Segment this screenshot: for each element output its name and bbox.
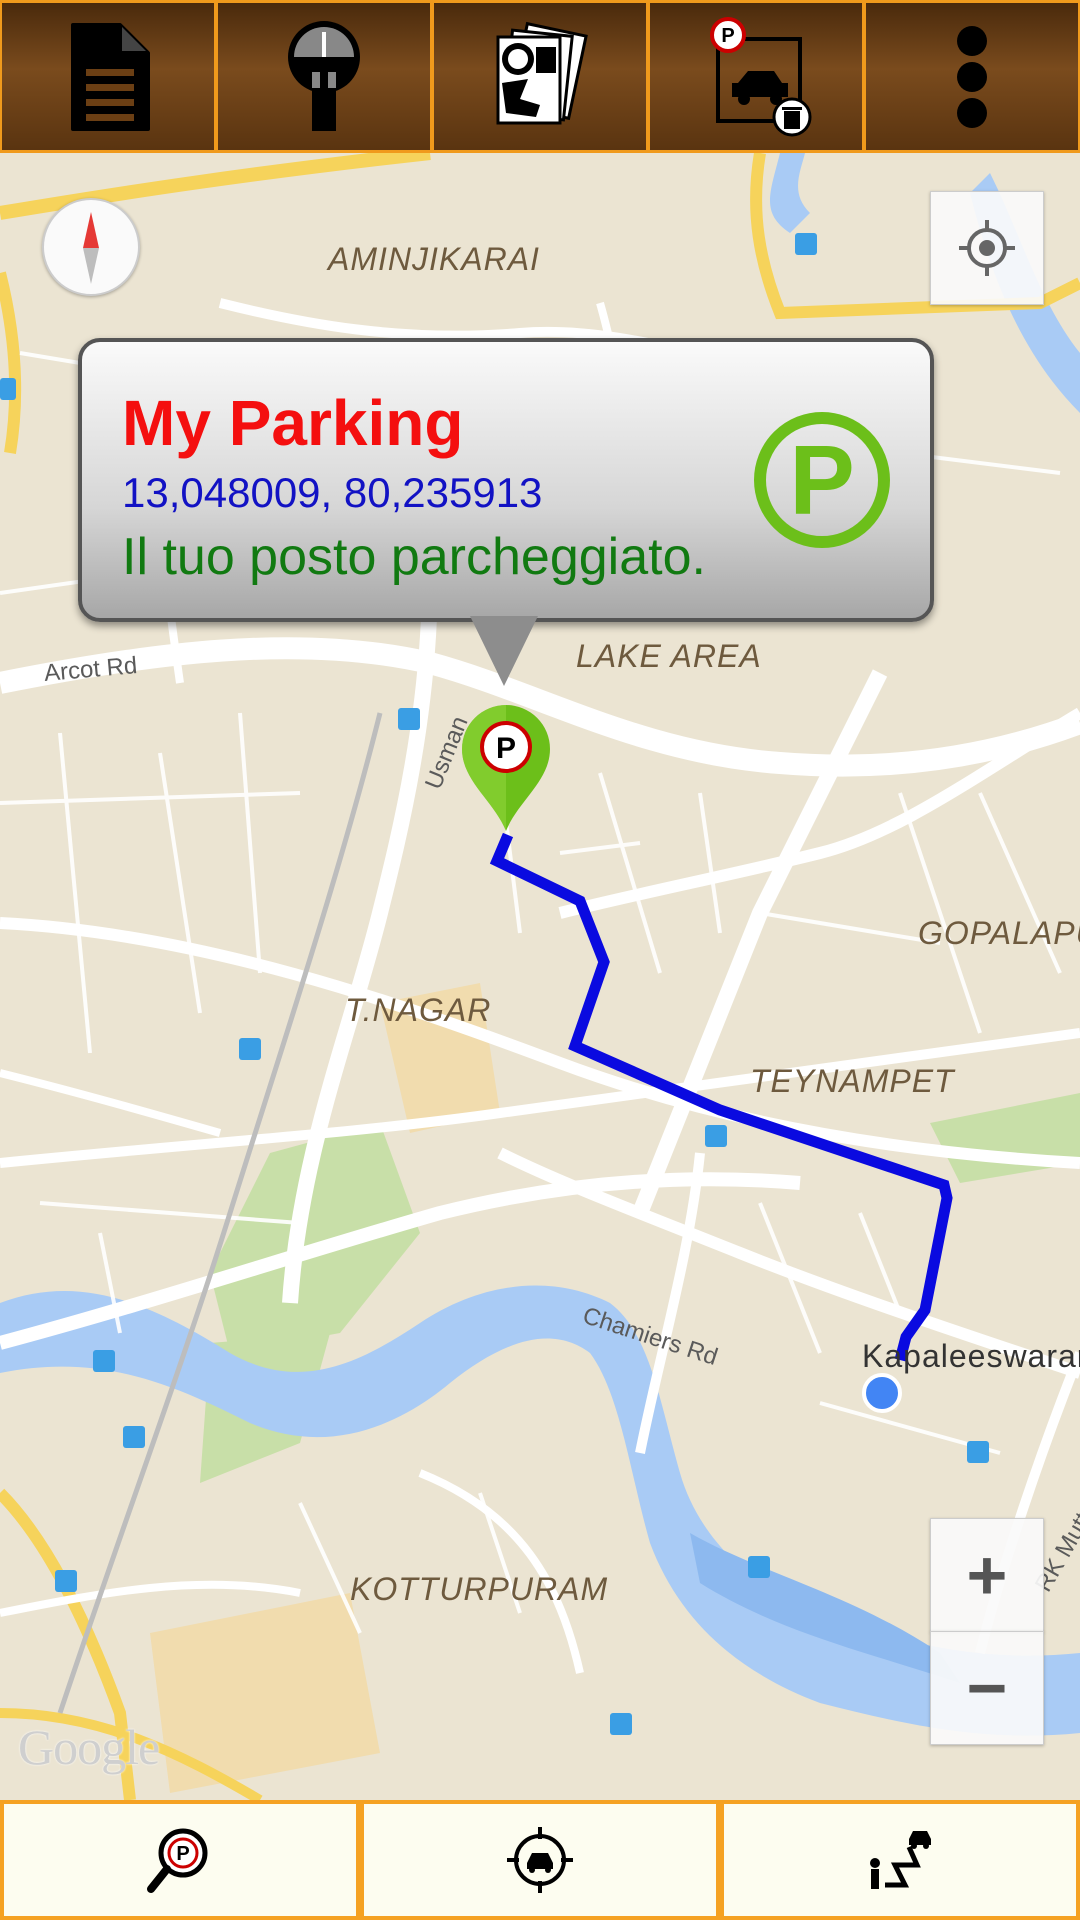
popup-coordinates: 13,048009, 80,235913 [122,469,543,516]
zoom-in-button[interactable]: + [930,1518,1044,1632]
label-kotturpuram: KOTTURPURAM [350,1571,609,1607]
parking-info-popup[interactable]: My Parking 13,048009, 80,235913 Il tuo p… [78,338,934,622]
parking-meter-button[interactable] [216,0,432,153]
parking-meter-icon [288,20,360,131]
label-kapaleeswarar: Kapaleeswarar [862,1338,1080,1374]
locate-car-button[interactable] [364,1804,716,1916]
svg-text:P: P [721,25,734,47]
popup-pointer [470,616,538,686]
route-to-car-button[interactable] [724,1804,1076,1916]
parking-p-icon: P [754,412,890,548]
label-t-nagar: T.NAGAR [345,992,492,1028]
popup-title: My Parking [122,387,464,459]
route-to-car-icon [870,1831,931,1889]
top-toolbar: P [0,0,1080,153]
maps-button[interactable] [432,0,648,153]
bottom-toolbar: P [0,1800,1080,1920]
my-location-button[interactable] [930,191,1044,305]
crosshair-icon [959,220,1015,276]
overflow-menu-icon [957,25,987,128]
label-aminjikarai: AMINJIKARAI [328,241,540,277]
parking-marker[interactable]: P [458,701,554,833]
overflow-menu-button[interactable] [864,0,1080,153]
zoom-out-button[interactable]: − [930,1631,1044,1745]
document-icon [71,22,150,131]
find-parking-button[interactable]: P [4,1804,356,1916]
find-parking-icon: P [147,1828,208,1893]
label-lake-area: LAKE AREA [576,638,762,674]
maps-icon [496,21,588,124]
popup-description: Il tuo posto parcheggiato. [122,528,706,586]
svg-text:P: P [176,1843,189,1865]
delete-parking-icon: P [710,16,812,136]
label-teynampet: TEYNAMPET [750,1063,955,1099]
compass-button[interactable] [42,198,140,296]
compass-icon [83,212,99,284]
locate-car-icon [507,1827,573,1893]
svg-text:P: P [789,425,854,535]
delete-parking-button[interactable]: P [648,0,864,153]
label-gopalapuram: GOPALAPU [918,915,1080,951]
document-button[interactable] [0,0,216,153]
google-attribution: Google [18,1719,160,1775]
svg-text:P: P [496,732,516,765]
